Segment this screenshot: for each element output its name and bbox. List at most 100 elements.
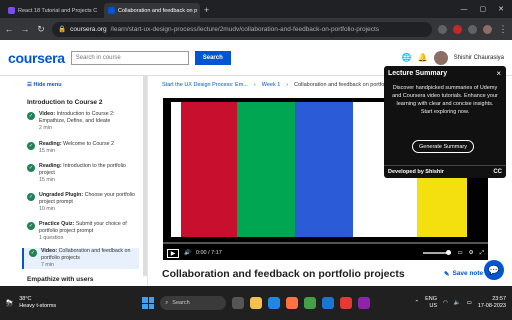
close-icon[interactable]: × — [496, 69, 501, 78]
settings-gear-icon[interactable]: ⚙ — [469, 250, 474, 256]
tab-favicon-icon — [108, 7, 115, 14]
back-icon[interactable]: ← — [4, 24, 14, 34]
chevron-up-icon[interactable]: ⌃ — [414, 300, 419, 306]
check-icon: ✓ — [27, 164, 35, 172]
list-item-current[interactable]: ✓ Video: Collaboration and feedback on p… — [22, 248, 139, 269]
note-icon: ✎ — [444, 271, 450, 278]
chat-button[interactable]: 💬 — [484, 260, 504, 280]
breadcrumb-separator: › — [253, 82, 256, 88]
hide-menu-link[interactable]: ☰ Hide menu — [27, 82, 62, 88]
window-controls: — ▢ ✕ — [461, 0, 512, 18]
speaker-icon[interactable]: 🔈 — [454, 300, 461, 306]
new-tab-button[interactable]: + — [204, 5, 209, 15]
check-icon: ✓ — [27, 222, 35, 230]
subtitles-icon[interactable]: ▭ — [457, 250, 462, 256]
extension-icon[interactable] — [438, 24, 447, 34]
video-time: 0:00 / 7:17 — [195, 250, 222, 256]
battery-icon[interactable]: ▭ — [467, 300, 472, 306]
url-field[interactable]: 🔒 coursera.org/learn/start-ux-design-pro… — [52, 21, 432, 37]
check-icon: ✓ — [27, 112, 35, 120]
browser-tab-bar: React 18 Tutorial and Projects C ✕ Colla… — [0, 0, 512, 18]
language-indicator[interactable]: ENG US — [425, 296, 437, 310]
forward-icon[interactable]: → — [20, 24, 30, 34]
section-title-next[interactable]: Empathize with users — [27, 276, 93, 283]
video-progress-bar[interactable] — [163, 242, 488, 244]
check-icon: ✓ — [29, 249, 37, 257]
sidebar-scrollbar[interactable] — [143, 76, 147, 276]
popup-description: Discover handpicked summaries of Udemy a… — [392, 85, 498, 115]
list-item[interactable]: ✓ Video: Introduction to Course 2: Empat… — [27, 111, 139, 132]
extension-icon[interactable] — [453, 24, 462, 34]
weather-icon: ⛈ — [6, 297, 14, 308]
clock[interactable]: 23:57 17-08-2023 — [478, 296, 506, 310]
search-input[interactable]: Search in course — [70, 50, 189, 65]
breadcrumb-separator: › — [286, 82, 289, 88]
browser-tab-active[interactable]: Collaboration and feedback on p ✕ — [104, 3, 200, 18]
breadcrumb-item[interactable]: Start the UX Design Process: Em... — [162, 82, 248, 88]
extension-icon[interactable] — [468, 24, 477, 34]
notification-icon[interactable]: 🔔 — [418, 53, 428, 62]
list-item[interactable]: ✓ Practice Quiz: Submit your choice of p… — [27, 221, 139, 242]
lock-icon: 🔒 — [58, 26, 67, 33]
app-icon[interactable] — [340, 297, 353, 309]
breadcrumb-item[interactable]: Week 1 — [262, 82, 281, 88]
tab-favicon-icon — [8, 7, 15, 14]
url-path: /learn/start-ux-design-process/lecture/2… — [110, 25, 380, 33]
search-icon: ⌕ — [165, 299, 169, 306]
captions-icon[interactable]: CC — [493, 169, 502, 175]
address-bar: ← → ↻ 🔒 coursera.org/learn/start-ux-desi… — [0, 18, 512, 40]
color-bar — [295, 102, 353, 237]
minimize-icon[interactable]: — — [461, 6, 468, 13]
language-icon[interactable]: 🌐 — [402, 53, 412, 62]
color-bar — [171, 102, 181, 237]
browser-tab[interactable]: React 18 Tutorial and Projects C ✕ — [4, 3, 100, 18]
file-explorer-icon[interactable] — [250, 297, 263, 309]
close-window-icon[interactable]: ✕ — [498, 5, 504, 13]
chrome-icon[interactable] — [304, 297, 317, 309]
profile-name[interactable]: Shishir Chaurasiya — [454, 55, 504, 61]
system-tray: ⌃ ENG US ◠ 🔈 ▭ 23:57 17-08-2023 — [414, 296, 506, 310]
tab-title: React 18 Tutorial and Projects C — [18, 7, 98, 14]
lecture-summary-popup: Lecture Summary × Discover handpicked su… — [384, 66, 506, 178]
task-view-icon[interactable] — [232, 297, 245, 309]
coursera-logo[interactable]: coursera — [8, 50, 65, 66]
color-bar — [181, 102, 237, 237]
vscode-icon[interactable] — [322, 297, 335, 309]
volume-icon[interactable]: 🔊 — [184, 250, 191, 256]
weather-widget[interactable]: 38°C Heavy t-storms — [19, 296, 56, 310]
list-item[interactable]: ✓ Reading: Introduction to the portfolio… — [27, 163, 139, 184]
developer-credit: Developed by Shishir — [388, 169, 444, 175]
windows-start-icon[interactable] — [142, 297, 155, 309]
course-sidebar: ☰ Hide menu Introduction to Course 2 ✓ V… — [0, 76, 148, 286]
menu-icon[interactable]: ⋮ — [498, 24, 508, 35]
popup-footer: Developed by Shishir CC — [384, 165, 506, 178]
save-note-button[interactable]: ✎ Save note — [444, 270, 483, 278]
profile-avatar[interactable] — [483, 24, 492, 34]
search-button[interactable]: Search — [194, 50, 231, 65]
video-controls: ▶ 🔊 0:00 / 7:17 ▭ ⚙ ⤢ — [163, 246, 488, 260]
app-icon[interactable] — [358, 297, 371, 309]
volume-slider[interactable] — [423, 250, 452, 255]
edge-icon[interactable] — [268, 297, 281, 309]
popup-title: Lecture Summary — [388, 70, 448, 77]
firefox-icon[interactable] — [286, 297, 299, 309]
check-icon: ✓ — [27, 142, 35, 150]
wifi-icon[interactable]: ◠ — [443, 300, 448, 306]
list-item[interactable]: ✓ Ungraded Plugin: Choose your portfolio… — [27, 192, 139, 213]
reload-icon[interactable]: ↻ — [36, 24, 46, 35]
play-icon[interactable]: ▶ — [167, 248, 179, 258]
chat-icon: 💬 — [488, 264, 500, 275]
check-icon: ✓ — [27, 193, 35, 201]
fullscreen-icon[interactable]: ⤢ — [480, 250, 484, 257]
generate-summary-button[interactable]: Generate Summary — [412, 140, 474, 153]
avatar[interactable] — [433, 50, 448, 65]
color-bar — [237, 102, 295, 237]
breadcrumb: Start the UX Design Process: Em... › Wee… — [162, 82, 411, 88]
url-host: coursera.org — [70, 25, 107, 33]
windows-taskbar: ⛈ 38°C Heavy t-storms ⌕ Search ⌃ ENG US ◠… — [0, 286, 512, 320]
taskbar-search[interactable]: ⌕ Search — [160, 296, 227, 310]
page-title: Collaboration and feedback on portfolio … — [162, 268, 405, 280]
list-item[interactable]: ✓ Reading: Welcome to Course 2 15 min — [27, 141, 139, 155]
maximize-icon[interactable]: ▢ — [480, 5, 487, 13]
tab-title: Collaboration and feedback on p — [118, 7, 198, 14]
